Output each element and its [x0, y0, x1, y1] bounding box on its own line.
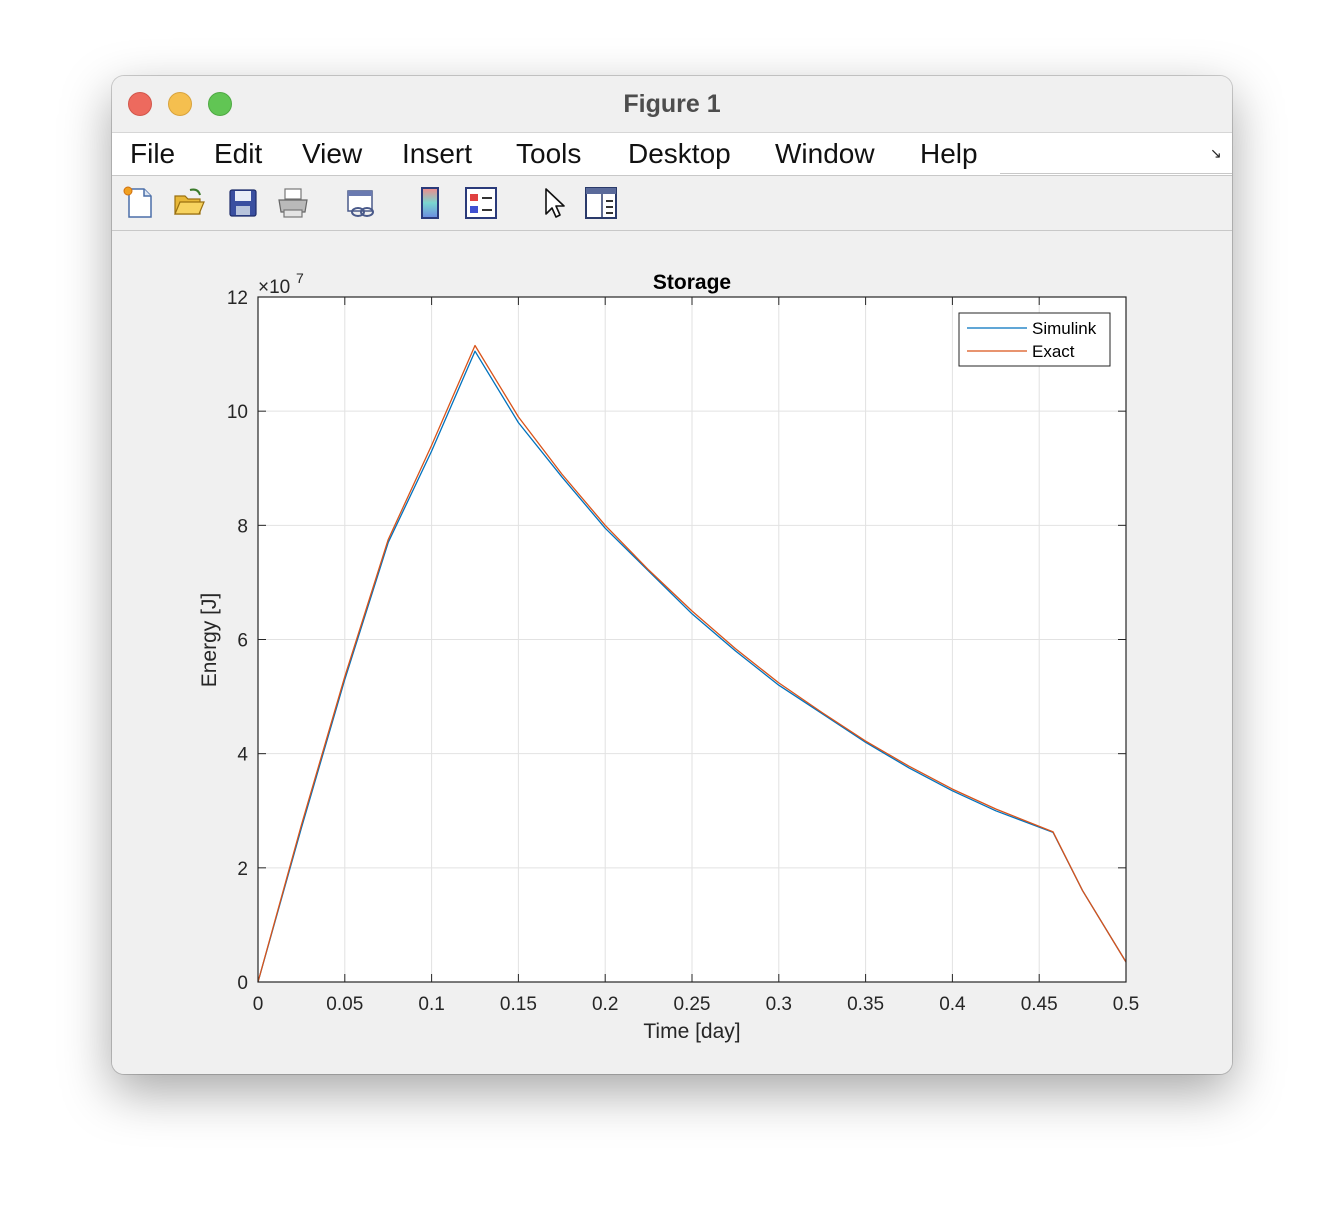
print-icon[interactable]	[276, 186, 310, 220]
y-tick-label: 12	[227, 288, 248, 309]
y-tick-labels: 0 2 4 6 8 10 12	[227, 288, 249, 994]
x-tick-label: 0.15	[500, 994, 537, 1015]
x-axis-label: Time [day]	[643, 1020, 740, 1043]
y-exponent-power: 7	[296, 270, 304, 286]
x-tick-label: 0	[253, 994, 264, 1015]
legend-label-simulink: Simulink	[1032, 319, 1097, 338]
x-tick-label: 0.5	[1113, 994, 1139, 1015]
y-tick-label: 4	[237, 745, 248, 766]
colorbar-icon[interactable]	[414, 186, 448, 220]
title-bar[interactable]: Figure 1	[112, 76, 1232, 133]
legend-icon[interactable]	[464, 186, 498, 220]
menu-help[interactable]: Help	[920, 133, 978, 175]
y-tick-label: 0	[237, 973, 248, 994]
menu-edit[interactable]: Edit	[214, 133, 262, 175]
dock-figure-icon[interactable]: ↘	[1210, 145, 1222, 162]
legend-label-exact: Exact	[1032, 342, 1075, 361]
x-tick-label: 0.05	[326, 994, 363, 1015]
menu-tools[interactable]: Tools	[516, 133, 581, 175]
save-icon[interactable]	[226, 186, 260, 220]
x-tick-label: 0.4	[939, 994, 966, 1015]
menu-divider	[1000, 173, 1232, 174]
menu-window[interactable]: Window	[775, 133, 875, 175]
x-tick-label: 0.2	[592, 994, 618, 1015]
chart-title: Storage	[653, 271, 731, 294]
new-figure-icon[interactable]	[122, 186, 156, 220]
menu-insert[interactable]: Insert	[402, 133, 472, 175]
x-tick-label: 0.45	[1021, 994, 1058, 1015]
menu-bar: File Edit View Insert Tools Desktop Wind…	[112, 133, 1232, 176]
y-exponent-base: ×10	[258, 277, 290, 298]
y-tick-label: 2	[237, 859, 248, 880]
property-inspector-icon[interactable]	[584, 186, 618, 220]
toolbar	[112, 176, 1232, 231]
menu-file[interactable]: File	[130, 133, 175, 175]
open-file-icon[interactable]	[172, 186, 206, 220]
link-plot-icon[interactable]	[344, 186, 378, 220]
x-tick-label: 0.25	[674, 994, 711, 1015]
y-tick-label: 10	[227, 402, 248, 423]
window-title: Figure 1	[623, 90, 721, 118]
x-tick-label: 0.35	[847, 994, 884, 1015]
x-tick-label: 0.1	[418, 994, 444, 1015]
edit-plot-pointer-icon[interactable]	[536, 186, 570, 220]
plot-area: 0 0.05 0.1 0.15 0.2 0.25 0.3 0.35 0.4 0.45 0.5 0 2 4…	[112, 231, 1232, 1074]
x-tick-label: 0.3	[766, 994, 792, 1015]
menu-desktop[interactable]: Desktop	[628, 133, 731, 175]
x-tick-labels: 0 0.05 0.1 0.15 0.2 0.25 0.3 0.35 0.4 0.45 0.5	[253, 994, 1140, 1015]
legend[interactable]: Simulink Exact	[958, 312, 1111, 367]
storage-chart[interactable]: 0 0.05 0.1 0.15 0.2 0.25 0.3 0.35 0.4 0.45 0.5 0 2 4…	[112, 231, 1232, 1074]
figure-window: Figure 1 File Edit View Insert Tools Des…	[112, 76, 1232, 1074]
y-tick-label: 8	[237, 516, 248, 537]
y-tick-label: 6	[237, 631, 248, 652]
y-axis-label: Energy [J]	[198, 593, 221, 688]
menu-view[interactable]: View	[302, 133, 362, 175]
